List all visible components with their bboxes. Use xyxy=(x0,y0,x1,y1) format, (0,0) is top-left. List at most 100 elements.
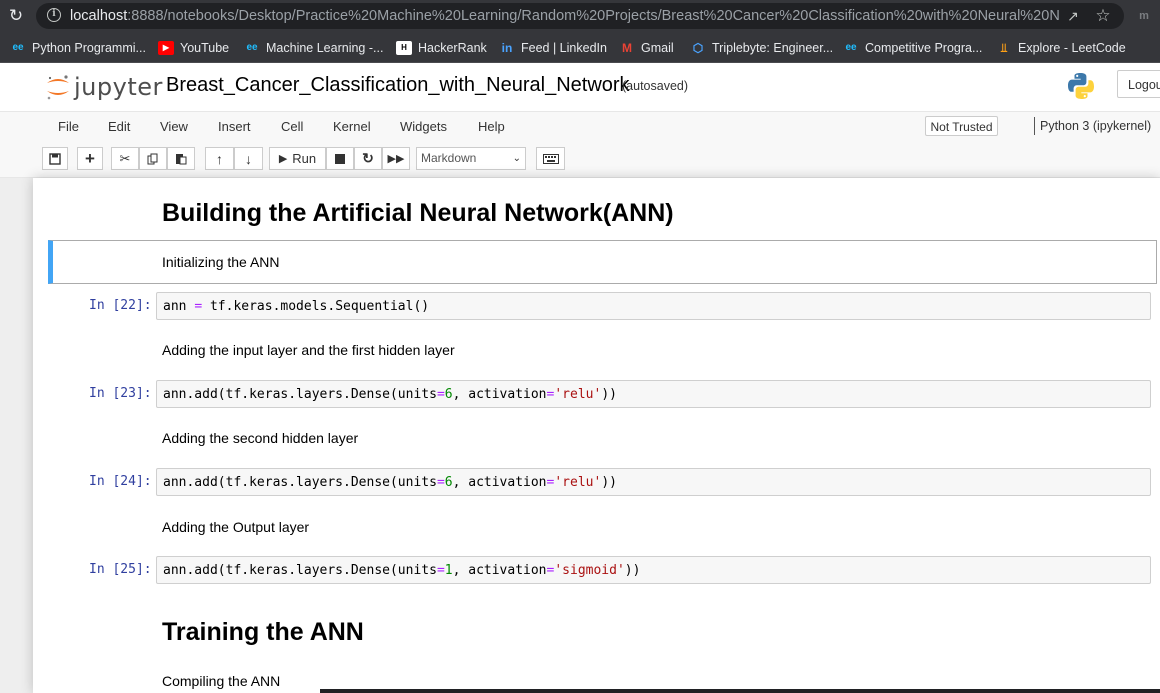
bookmark-competitive-programming[interactable]: ee Competitive Progra... xyxy=(843,38,982,58)
menu-widgets[interactable]: Widgets xyxy=(400,118,447,136)
bookmark-triplebyte[interactable]: ⬡ Triplebyte: Engineer... xyxy=(690,38,833,58)
reload-icon[interactable]: ↻ xyxy=(6,5,26,27)
kaggle-like-icon: ee xyxy=(845,42,857,53)
fast-forward-icon: ▶▶ xyxy=(387,153,405,165)
address-bar[interactable]: i localhost:8888/notebooks/Desktop/Pract… xyxy=(36,3,1124,29)
markdown-second-hidden-layer[interactable]: Adding the second hidden layer xyxy=(162,429,358,447)
play-icon: ▶ xyxy=(278,153,288,165)
bookmark-label: Gmail xyxy=(641,41,674,55)
heading-training-ann[interactable]: Training the ANN xyxy=(162,617,364,647)
insert-cell-button[interactable]: + xyxy=(77,147,103,170)
restart-run-all-button[interactable]: ▶▶ xyxy=(382,147,410,170)
kernel-indicator[interactable]: Python 3 (ipykernel) xyxy=(1034,117,1151,135)
bookmark-python-programming[interactable]: ee Python Programmi... xyxy=(10,38,146,58)
jupyter-logo[interactable]: jupyter xyxy=(44,72,162,102)
bookmark-label: Feed | LinkedIn xyxy=(521,41,607,55)
menu-view[interactable]: View xyxy=(160,118,188,136)
kaggle-like-icon: ee xyxy=(246,42,258,53)
cell-type-value: Markdown xyxy=(421,151,477,165)
keyboard-icon xyxy=(542,153,559,164)
code-cell-23[interactable]: ann.add(tf.keras.layers.Dense(units=6, a… xyxy=(156,380,1151,408)
kaggle-like-icon: ee xyxy=(12,42,24,53)
url-host: localhost xyxy=(70,8,128,24)
trust-status-button[interactable]: Not Trusted xyxy=(925,116,998,136)
bookmark-youtube[interactable]: ▶ YouTube xyxy=(158,38,229,58)
url-text[interactable]: localhost:8888/notebooks/Desktop/Practic… xyxy=(70,7,1060,25)
input-prompt: In [23]: xyxy=(89,386,152,401)
bookmark-linkedin[interactable]: in Feed | LinkedIn xyxy=(499,38,607,58)
code-text[interactable]: ann.add(tf.keras.layers.Dense(units=6, a… xyxy=(163,474,617,492)
markdown-compiling-ann[interactable]: Compiling the ANN xyxy=(162,672,280,690)
site-info-icon[interactable]: i xyxy=(47,8,61,22)
linkedin-icon: in xyxy=(501,41,513,55)
save-icon xyxy=(49,152,61,165)
run-label: Run xyxy=(292,151,317,166)
code-cell-22[interactable]: ann = tf.keras.models.Sequential() xyxy=(156,292,1151,320)
code-cell-24[interactable]: ann.add(tf.keras.layers.Dense(units=6, a… xyxy=(156,468,1151,496)
restart-button[interactable]: ↻ xyxy=(354,147,382,170)
bookmark-label: Explore - LeetCode xyxy=(1018,41,1126,55)
scissors-icon: ✂ xyxy=(119,150,131,166)
code-text[interactable]: ann.add(tf.keras.layers.Dense(units=6, a… xyxy=(163,386,617,404)
save-button[interactable] xyxy=(42,147,68,170)
bookmark-label: Machine Learning -... xyxy=(266,41,384,55)
chevron-down-icon: ⌄ xyxy=(512,153,521,164)
menu-help[interactable]: Help xyxy=(478,118,505,136)
copy-button[interactable] xyxy=(139,147,167,170)
move-up-button[interactable]: ↑ xyxy=(205,147,234,170)
arrow-up-icon: ↑ xyxy=(216,150,223,167)
menu-edit[interactable]: Edit xyxy=(108,118,130,136)
bookmark-hackerrank[interactable]: H HackerRank xyxy=(396,38,487,58)
code-cell-25[interactable]: ann.add(tf.keras.layers.Dense(units=1, a… xyxy=(156,556,1151,584)
run-button[interactable]: ▶ Run xyxy=(269,147,326,170)
bookmark-label: Competitive Progra... xyxy=(865,41,983,55)
leetcode-icon: ⫫ xyxy=(1000,41,1008,55)
bookmark-label: HackerRank xyxy=(418,41,487,55)
bookmark-gmail[interactable]: M Gmail xyxy=(619,38,674,58)
menu-file[interactable]: File xyxy=(58,118,79,136)
hackerrank-icon: H xyxy=(396,41,412,55)
bookmark-star-icon[interactable]: ☆ xyxy=(1094,6,1112,26)
taskbar-edge xyxy=(320,689,1160,693)
input-prompt: In [25]: xyxy=(89,562,152,577)
jupyter-header: jupyter Breast_Cancer_Classification_wit… xyxy=(0,63,1160,111)
menu-cell[interactable]: Cell xyxy=(281,118,303,136)
code-text[interactable]: ann = tf.keras.models.Sequential() xyxy=(163,298,429,316)
move-down-button[interactable]: ↓ xyxy=(234,147,263,170)
youtube-icon: ▶ xyxy=(158,41,174,55)
triplebyte-icon: ⬡ xyxy=(692,41,704,55)
heading-building-ann[interactable]: Building the Artificial Neural Network(A… xyxy=(162,198,674,228)
notebook-title[interactable]: Breast_Cancer_Classification_with_Neural… xyxy=(166,72,630,98)
bookmarks-bar: ee Python Programmi... ▶ YouTube ee Mach… xyxy=(0,33,1160,63)
input-prompt: In [22]: xyxy=(89,298,152,313)
bookmark-leetcode[interactable]: ⫫ Explore - LeetCode xyxy=(996,38,1126,58)
bookmark-label: Triplebyte: Engineer... xyxy=(712,41,834,55)
interrupt-button[interactable] xyxy=(326,147,354,170)
arrow-down-icon: ↓ xyxy=(245,150,252,167)
markdown-initializing-ann[interactable]: Initializing the ANN xyxy=(162,253,280,271)
bookmark-label: YouTube xyxy=(180,41,230,55)
gmail-icon: M xyxy=(622,41,632,55)
bookmark-label: Python Programmi... xyxy=(32,41,146,55)
notebook-toolbar: + ✂ ↑ ↓ ▶ Run ↻ ▶▶ Markdown ⌄ xyxy=(0,142,1160,178)
command-palette-button[interactable] xyxy=(536,147,565,170)
menu-insert[interactable]: Insert xyxy=(218,118,251,136)
menubar: File Edit View Insert Cell Kernel Widget… xyxy=(0,111,1160,142)
python-logo-icon xyxy=(1068,73,1094,99)
url-path: :8888/notebooks/Desktop/Practice%20Machi… xyxy=(127,8,1060,24)
cut-button[interactable]: ✂ xyxy=(111,147,139,170)
share-icon[interactable]: ↗ xyxy=(1064,7,1082,25)
cell-type-select[interactable]: Markdown ⌄ xyxy=(416,147,526,170)
browser-toolbar: ↻ i localhost:8888/notebooks/Desktop/Pra… xyxy=(0,0,1160,33)
markdown-input-layer[interactable]: Adding the input layer and the first hid… xyxy=(162,341,455,359)
menu-kernel[interactable]: Kernel xyxy=(333,118,371,136)
extension-icon[interactable]: m xyxy=(1134,8,1154,24)
code-text[interactable]: ann.add(tf.keras.layers.Dense(units=1, a… xyxy=(163,562,640,580)
autosave-status: (autosaved) xyxy=(622,79,689,93)
copy-icon xyxy=(147,153,158,164)
logout-button[interactable]: Logout xyxy=(1117,70,1160,98)
paste-button[interactable] xyxy=(167,147,195,170)
markdown-output-layer[interactable]: Adding the Output layer xyxy=(162,518,309,536)
bookmark-machine-learning[interactable]: ee Machine Learning -... xyxy=(244,38,383,58)
input-prompt: In [24]: xyxy=(89,474,152,489)
